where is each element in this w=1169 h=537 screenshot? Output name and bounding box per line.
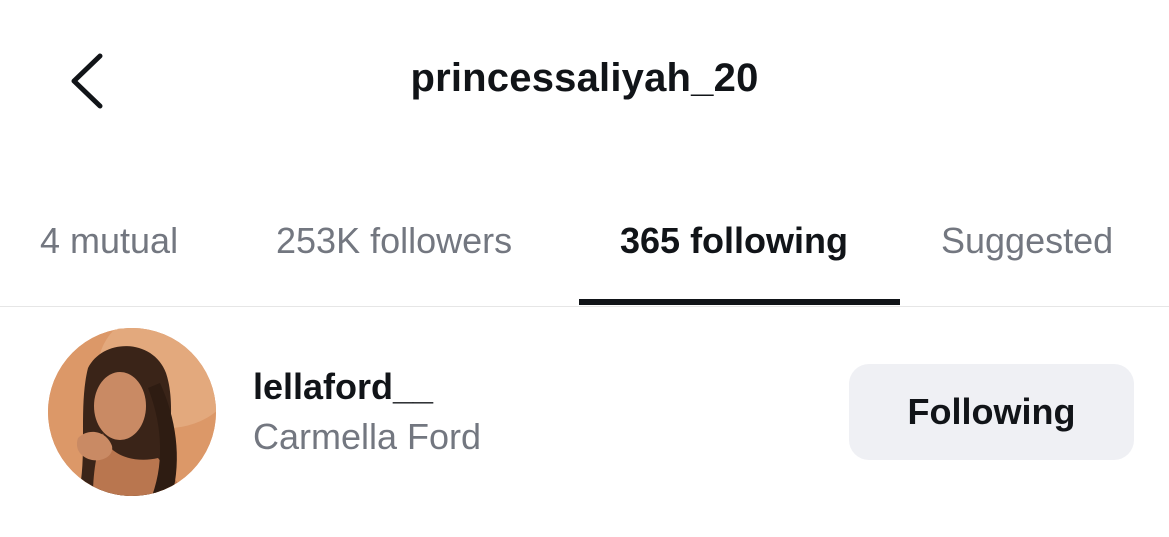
top-bar: princessaliyah_20 bbox=[0, 0, 1169, 160]
tab-bar: 4 mutual 253K followers 365 following Su… bbox=[0, 200, 1169, 307]
tab-suggested[interactable]: Suggested bbox=[941, 220, 1113, 262]
profile-photo bbox=[48, 328, 216, 496]
following-button[interactable]: Following bbox=[849, 364, 1134, 460]
tab-followers[interactable]: 253K followers bbox=[276, 220, 512, 262]
list-item[interactable]: lellaford__ Carmella Ford Following bbox=[0, 306, 1169, 537]
following-button-label: Following bbox=[907, 391, 1076, 432]
tab-mutual[interactable]: 4 mutual bbox=[40, 220, 178, 262]
tab-following[interactable]: 365 following bbox=[620, 220, 848, 262]
page-title: princessaliyah_20 bbox=[410, 56, 759, 100]
active-tab-indicator bbox=[579, 299, 900, 305]
following-screen: princessaliyah_20 4 mutual 253K follower… bbox=[0, 0, 1169, 537]
full-name: Carmella Ford bbox=[253, 416, 482, 457]
username[interactable]: lellaford__ bbox=[253, 366, 433, 408]
avatar[interactable] bbox=[48, 328, 216, 496]
